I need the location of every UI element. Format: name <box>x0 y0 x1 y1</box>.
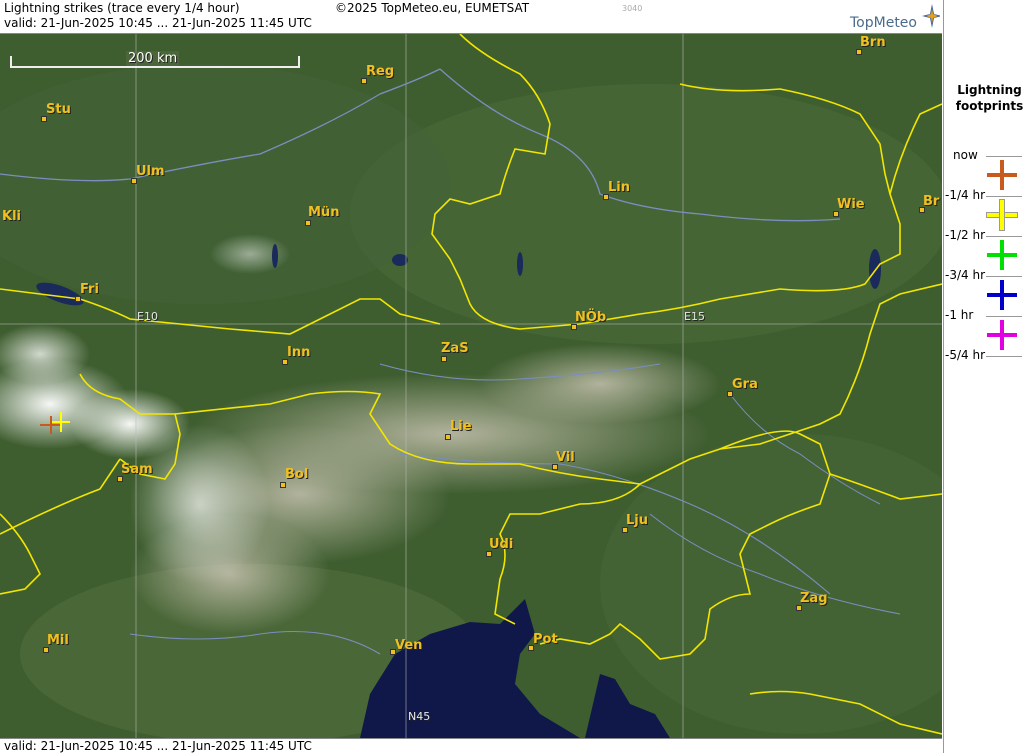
legend-cross-icon <box>987 280 1017 310</box>
city-label: Vil <box>556 450 575 465</box>
legend-divider <box>986 356 1022 357</box>
city-label: NÖb <box>575 310 607 325</box>
legend-cross-icon <box>987 160 1017 190</box>
legend-cross-icon <box>986 199 1018 231</box>
valid-time-top: valid: 21-Jun-2025 10:45 ... 21-Jun-2025… <box>4 16 312 30</box>
legend-divider <box>986 276 1022 277</box>
city-label: Lju <box>626 513 648 528</box>
legend-divider <box>986 316 1022 317</box>
city-label: Wie <box>837 197 865 212</box>
satellite-map[interactable]: 200 km E10 E15 N45 Brn Reg Stu Ulm Lin M… <box>0 34 942 738</box>
map-footer: valid: 21-Jun-2025 10:45 ... 21-Jun-2025… <box>0 738 942 754</box>
legend-divider <box>986 196 1022 197</box>
legend-label-half: -1/2 hr <box>945 228 985 242</box>
legend-panel: Lightning footprints now -1/4 hr -1/2 hr… <box>943 0 1034 753</box>
city-marker <box>445 434 451 440</box>
legend-title: Lightning footprints <box>955 83 1024 113</box>
city-label: Bol <box>285 467 309 482</box>
city-label: Ulm <box>136 164 165 179</box>
city-marker <box>441 356 447 362</box>
valid-time-bottom: valid: 21-Jun-2025 10:45 ... 21-Jun-2025… <box>4 739 312 753</box>
grid-label-n45: N45 <box>408 710 431 723</box>
scale-label: 200 km <box>126 51 180 66</box>
copyright-text: ©2025 TopMeteo.eu, EUMETSAT <box>335 1 530 15</box>
grid-label-e15: E15 <box>684 310 705 323</box>
city-label: Stu <box>46 102 71 117</box>
legend-label-now: now <box>953 148 978 162</box>
city-label: Pot <box>533 632 558 647</box>
map-graphics <box>0 34 942 738</box>
legend-label-three-quarter: -3/4 hr <box>945 268 985 282</box>
topmeteo-logo: TopMeteo <box>848 2 942 32</box>
city-label: Br <box>923 194 940 209</box>
city-marker <box>280 482 286 488</box>
logo-text: TopMeteo <box>850 15 917 31</box>
legend-label-five-quarter: -5/4 hr <box>945 348 985 362</box>
grid-label-e10: E10 <box>137 310 158 323</box>
legend-divider <box>986 236 1022 237</box>
city-label: Inn <box>287 345 311 360</box>
city-label: ZaS <box>441 341 469 356</box>
legend-label-one-hour: -1 hr <box>945 308 974 322</box>
city-label: Lin <box>608 180 630 195</box>
city-label: Kli <box>2 209 21 224</box>
city-label: Sam <box>121 462 153 477</box>
map-title: Lightning strikes (trace every 1/4 hour) <box>4 1 240 15</box>
city-label: Zag <box>800 591 828 606</box>
legend-label-quarter: -1/4 hr <box>945 188 985 202</box>
legend-divider <box>986 156 1022 157</box>
city-label: Gra <box>732 377 758 392</box>
city-label: Mil <box>47 633 69 648</box>
map-header: Lightning strikes (trace every 1/4 hour)… <box>0 0 942 34</box>
city-label: Mün <box>308 205 340 220</box>
city-label: Ven <box>395 638 423 653</box>
legend-cross-icon <box>987 320 1017 350</box>
product-code: 3040 <box>622 4 643 13</box>
city-label: Lie <box>450 419 472 434</box>
city-label: Udi <box>489 537 514 552</box>
legend-cross-icon <box>987 240 1017 270</box>
city-label: Fri <box>80 282 99 297</box>
city-label: Reg <box>366 64 395 79</box>
city-label: Brn <box>860 35 886 50</box>
city-marker <box>305 220 311 226</box>
